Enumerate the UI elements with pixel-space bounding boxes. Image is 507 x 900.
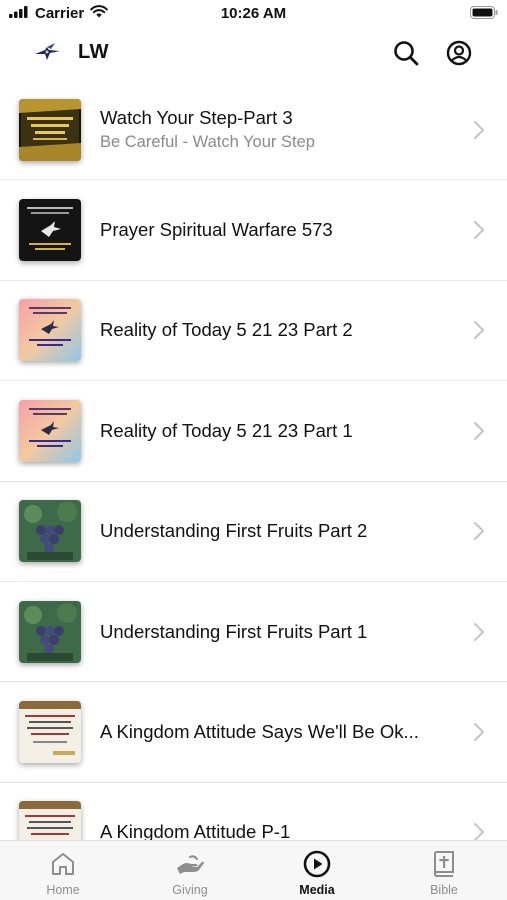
media-item-text: Understanding First Fruits Part 2 (100, 519, 447, 543)
search-icon (394, 41, 419, 66)
app-title: LW (78, 41, 109, 63)
home-icon (0, 850, 126, 878)
media-thumbnail (19, 600, 81, 663)
media-list-item[interactable]: A Kingdom Attitude P-1 (0, 783, 507, 840)
status-bar: Carrier 10:26 AM (0, 0, 507, 30)
media-item-text: Reality of Today 5 21 23 Part 2 (100, 318, 447, 342)
giving-hand-icon (127, 850, 253, 878)
chevron-right-icon (474, 221, 484, 240)
media-item-title: Understanding First Fruits Part 2 (100, 520, 368, 542)
tab-bible[interactable]: Bible (381, 841, 507, 900)
media-item-title: Reality of Today 5 21 23 Part 2 (100, 319, 353, 341)
media-list: Watch Your Step-Part 3 Be Careful - Watc… (0, 80, 507, 840)
media-item-title: Prayer Spiritual Warfare 573 (100, 219, 333, 241)
chevron-right-icon (474, 823, 484, 840)
media-item-title: Understanding First Fruits Part 1 (100, 620, 368, 642)
media-item-subtitle: Be Careful - Watch Your Step (100, 133, 315, 152)
tab-label: Giving (172, 883, 208, 897)
media-item-title: Reality of Today 5 21 23 Part 1 (100, 419, 353, 441)
tab-media[interactable]: Media (254, 841, 380, 900)
media-item-title: A Kingdom Attitude Says We'll Be Ok... (100, 721, 419, 743)
status-time: 10:26 AM (220, 5, 287, 22)
media-item-text: Prayer Spiritual Warfare 573 (100, 218, 447, 242)
chevron-right-icon (474, 622, 484, 641)
tab-home[interactable]: Home (0, 841, 126, 900)
chevron-right-icon (474, 522, 484, 541)
media-item-text: Watch Your Step-Part 3 Be Careful - Watc… (100, 106, 447, 153)
bible-icon (381, 850, 507, 878)
media-list-item[interactable]: Watch Your Step-Part 3 Be Careful - Watc… (0, 80, 507, 181)
tab-giving[interactable]: Giving (127, 841, 253, 900)
chevron-right-icon (474, 421, 484, 440)
battery-icon (470, 6, 498, 24)
media-item-text: Reality of Today 5 21 23 Part 1 (100, 419, 447, 443)
media-thumbnail (19, 299, 81, 362)
play-circle-icon (254, 850, 380, 878)
media-list-item[interactable]: Understanding First Fruits Part 2 (0, 482, 507, 582)
media-item-title: A Kingdom Attitude P-1 (100, 821, 291, 840)
media-item-text: A Kingdom Attitude Says We'll Be Ok... (100, 720, 447, 744)
media-item-text: Understanding First Fruits Part 1 (100, 620, 447, 644)
media-thumbnail (19, 98, 81, 161)
media-item-text: A Kingdom Attitude P-1 (100, 820, 447, 840)
account-icon (446, 40, 472, 66)
media-thumbnail (19, 701, 81, 764)
media-list-item[interactable]: A Kingdom Attitude Says We'll Be Ok... (0, 682, 507, 783)
media-list-item[interactable]: Prayer Spiritual Warfare 573 (0, 180, 507, 281)
media-list-item[interactable]: Understanding First Fruits Part 1 (0, 582, 507, 683)
media-list-item[interactable]: Reality of Today 5 21 23 Part 1 (0, 381, 507, 482)
chevron-right-icon (474, 321, 484, 340)
media-thumbnail (19, 399, 81, 462)
tab-label: Bible (430, 883, 458, 897)
church-logo (33, 41, 63, 63)
tab-label: Media (299, 883, 335, 897)
tab-label: Home (46, 883, 80, 897)
tab-bar: Home Giving Media Bible (0, 840, 507, 900)
search-button[interactable] (391, 38, 421, 68)
media-thumbnail (19, 199, 81, 262)
media-thumbnail (19, 500, 81, 563)
media-list-item[interactable]: Reality of Today 5 21 23 Part 2 (0, 281, 507, 382)
media-thumbnail (19, 801, 81, 840)
account-button[interactable] (444, 38, 474, 68)
chevron-right-icon (474, 120, 484, 139)
media-item-title: Watch Your Step-Part 3 (100, 107, 293, 129)
chevron-right-icon (474, 723, 484, 742)
